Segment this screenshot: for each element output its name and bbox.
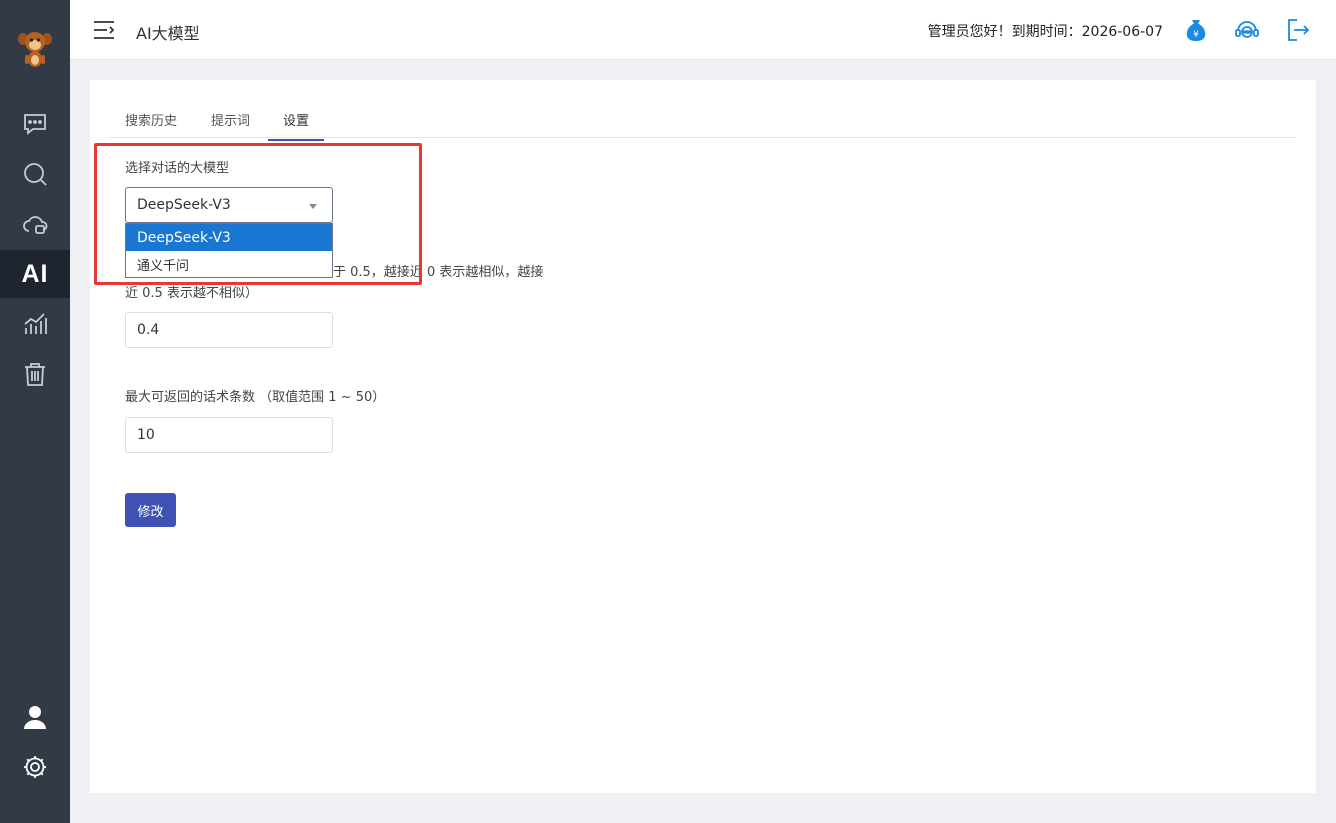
model-select[interactable]: DeepSeek-V3 [125,187,333,223]
gear-icon [24,756,46,778]
submit-button[interactable]: 修改 [125,493,176,527]
max-count-label: 最大可返回的话术条数 （取值范围 1 ~ 50） [125,390,386,405]
monkey-logo-icon [18,32,52,67]
similarity-input[interactable] [126,313,332,347]
model-dropdown: DeepSeek-V3 通义千问 [125,223,333,278]
sidebar-item-chat[interactable] [0,100,70,148]
bar-chart-icon [24,313,47,334]
sidebar-item-settings[interactable] [0,743,70,791]
tab-prompts[interactable]: 提示词 [211,110,250,139]
cloud-icon [23,216,48,234]
model-option-deepseek[interactable]: DeepSeek-V3 [126,224,332,251]
sidebar-item-ai[interactable]: AI [0,250,70,298]
sidebar-item-user[interactable] [0,693,70,741]
trash-icon [25,363,45,386]
chat-bubble-icon [24,114,46,135]
search-icon [24,163,47,186]
tab-bar: 搜索历史 提示词 设置 [110,100,1296,141]
sidebar: AI [0,0,70,823]
greeting-text: 管理员您好！到期时间：2026-06-07 [927,24,1163,40]
model-select-value: DeepSeek-V3 [137,197,231,213]
sidebar-item-cloud[interactable] [0,200,70,248]
customer-service-icon[interactable] [1234,17,1260,43]
ai-label: AI [21,259,49,288]
money-bag-icon[interactable]: ¥ [1183,17,1209,43]
user-icon [24,706,46,729]
model-option-tongyi[interactable]: 通义千问 [126,251,332,278]
menu-toggle-icon[interactable] [92,19,116,41]
page-title: AI大模型 [136,24,200,43]
similarity-label-line2: 近 0.5 表示越不相似） [125,286,258,301]
sidebar-item-search[interactable] [0,150,70,198]
logout-icon[interactable] [1285,17,1311,43]
sidebar-item-stats[interactable] [0,300,70,348]
max-count-field[interactable] [125,417,333,453]
similarity-field[interactable] [125,312,333,348]
similarity-label-line1: 等于 0.5，越接近 0 表示越相似，越接 [320,265,544,280]
sidebar-item-trash[interactable] [0,350,70,398]
max-count-input[interactable] [126,418,332,452]
svg-text:¥: ¥ [1193,30,1199,40]
header: AI大模型 管理员您好！到期时间：2026-06-07 ¥ [70,0,1336,60]
tab-search-history[interactable]: 搜索历史 [125,110,177,139]
settings-card: 搜索历史 提示词 设置 选择对话的大模型 DeepSeek-V3 DeepSee… [90,80,1316,793]
model-select-label: 选择对话的大模型 [125,161,230,176]
tab-settings[interactable]: 设置 [268,110,325,141]
chevron-down-icon [309,204,317,209]
